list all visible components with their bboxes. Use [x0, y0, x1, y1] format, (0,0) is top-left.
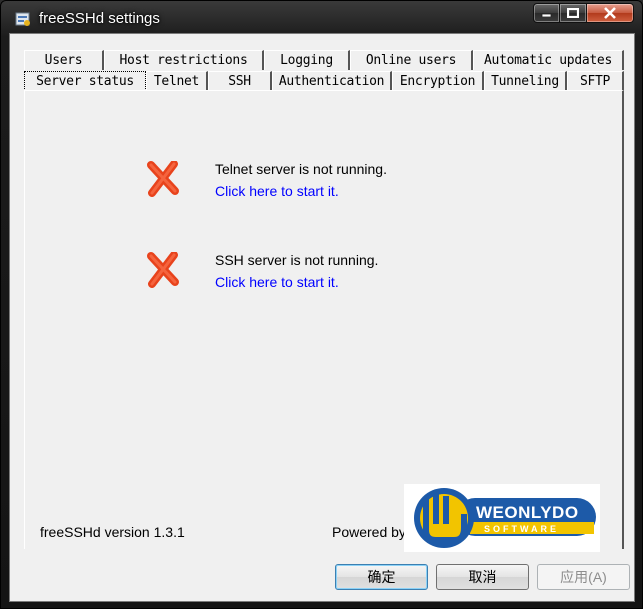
tab-online-users[interactable]: Online users — [350, 50, 473, 70]
tab-server-status[interactable]: Server status — [24, 71, 146, 91]
tab-users[interactable]: Users — [24, 50, 104, 70]
logo-name: WEONLYDO — [476, 503, 579, 522]
ssh-status-text: SSH server is not running. — [215, 252, 379, 268]
maximize-button[interactable] — [560, 3, 587, 23]
client-area: Users Host restrictions Logging Online u… — [9, 33, 635, 602]
app-icon — [15, 12, 30, 26]
minimize-button[interactable] — [533, 3, 560, 23]
logo-sub: SOFTWARE — [484, 524, 559, 534]
apply-button[interactable]: 应用(A) — [537, 564, 630, 590]
tab-host-restrictions[interactable]: Host restrictions — [104, 50, 264, 70]
version-label: freeSSHd version 1.3.1 — [40, 524, 185, 540]
title-bar[interactable]: freeSSHd settings — [1, 1, 642, 33]
tab-sftp[interactable]: SFTP — [567, 71, 624, 91]
tab-authentication[interactable]: Authentication — [272, 71, 392, 91]
minimize-icon — [541, 13, 552, 17]
tab-telnet[interactable]: Telnet — [146, 71, 208, 91]
window-title: freeSSHd settings — [39, 10, 160, 27]
close-button[interactable] — [587, 3, 634, 23]
error-x-icon — [147, 252, 179, 288]
error-x-icon — [147, 161, 179, 197]
tab-ssh[interactable]: SSH — [208, 71, 272, 91]
tab-row-back: Users Host restrictions Logging Online u… — [24, 50, 624, 70]
caption-buttons — [533, 3, 634, 25]
window-frame: freeSSHd settings Users Host restriction… — [0, 0, 643, 609]
powered-by-label: Powered by — [332, 524, 406, 540]
tab-tunneling[interactable]: Tunneling — [484, 71, 567, 91]
weonlydo-logo[interactable]: WEONLYDO SOFTWARE — [404, 484, 600, 552]
close-icon — [604, 7, 616, 19]
ok-button[interactable]: 确定 — [335, 564, 428, 590]
ssh-start-link[interactable]: Click here to start it. — [215, 274, 339, 290]
telnet-start-link[interactable]: Click here to start it. — [215, 183, 339, 199]
telnet-status-text: Telnet server is not running. — [215, 161, 387, 177]
tab-row-front: Server status Telnet SSH Authentication … — [24, 71, 624, 91]
tab-logging[interactable]: Logging — [264, 50, 350, 70]
server-status-panel: Telnet server is not running. Click here… — [24, 90, 624, 549]
tab-automatic-updates[interactable]: Automatic updates — [473, 50, 624, 70]
maximize-icon — [567, 8, 579, 18]
cancel-button[interactable]: 取消 — [436, 564, 529, 590]
tab-encryption[interactable]: Encryption — [392, 71, 484, 91]
